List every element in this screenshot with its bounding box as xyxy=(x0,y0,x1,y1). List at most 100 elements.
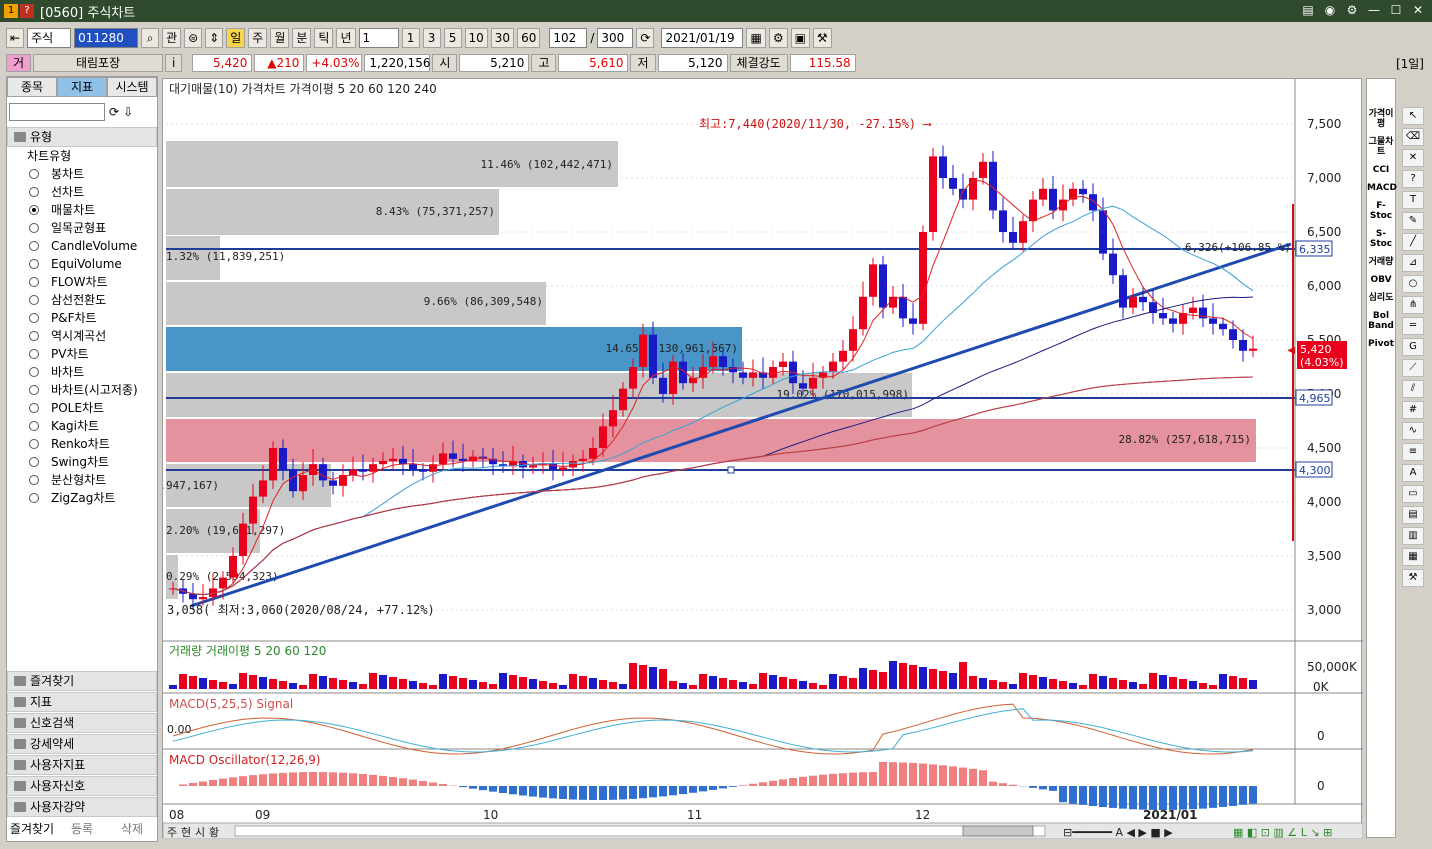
period-week[interactable]: 주 xyxy=(248,28,268,48)
indicator-shortcut[interactable]: 심리도 xyxy=(1367,293,1395,303)
chart-type-item[interactable]: Renko차트 xyxy=(7,435,157,453)
radio-icon[interactable] xyxy=(29,313,39,323)
settings-icon[interactable]: ⚙ xyxy=(1344,2,1360,18)
line-icon[interactable]: ╱ xyxy=(1402,233,1424,251)
tab-favorites[interactable]: 즐겨찾기 xyxy=(7,819,57,841)
radio-icon[interactable] xyxy=(29,493,39,503)
radio-icon[interactable] xyxy=(29,403,39,413)
section-type[interactable]: 유형 xyxy=(7,127,157,147)
indicator-shortcut[interactable]: 그물차트 xyxy=(1367,137,1395,157)
download-icon[interactable]: ⇩ xyxy=(123,105,133,119)
circle-icon[interactable]: ○ xyxy=(1402,275,1424,293)
chart-type-item[interactable]: 분산형차트 xyxy=(7,471,157,489)
group-item[interactable]: 지표 xyxy=(7,692,157,712)
help-badge[interactable]: ? xyxy=(20,4,34,18)
radio-icon[interactable] xyxy=(29,187,39,197)
chart-settings-icon[interactable]: ▦ xyxy=(746,28,766,48)
period-year[interactable]: 년 xyxy=(336,28,356,48)
fibo-icon[interactable]: ≡ xyxy=(1402,443,1424,461)
radio-icon[interactable] xyxy=(29,421,39,431)
chart-type-item[interactable]: CandleVolume xyxy=(7,237,157,255)
maximize-icon[interactable]: ☐ xyxy=(1388,2,1404,18)
quick-10[interactable]: 10 xyxy=(464,28,488,48)
chart-type-item[interactable]: 바차트(시고저종) xyxy=(7,381,157,399)
info-button[interactable]: i xyxy=(165,54,183,72)
radio-icon[interactable] xyxy=(29,259,39,269)
chart-type-item[interactable]: 매물차트 xyxy=(7,201,157,219)
chart-type-item[interactable]: PV차트 xyxy=(7,345,157,363)
screenshot-icon[interactable]: ◉ xyxy=(1322,2,1338,18)
quick-3[interactable]: 3 xyxy=(422,28,441,48)
group-item[interactable]: 사용자강약 xyxy=(7,797,157,817)
prev-icon[interactable]: ⇤ xyxy=(6,28,25,48)
chart-type-item[interactable]: 일목균형표 xyxy=(7,219,157,237)
save-icon[interactable]: ▣ xyxy=(790,28,810,48)
chart-type-item[interactable]: P&F차트 xyxy=(7,309,157,327)
chart-type-item[interactable]: POLE차트 xyxy=(7,399,157,417)
chart-type-item[interactable]: Kagi차트 xyxy=(7,417,157,435)
doc-icon[interactable]: ▤ xyxy=(1402,506,1424,524)
search-icon[interactable]: ⌕ xyxy=(141,28,160,48)
tab-register[interactable]: 등록 xyxy=(57,819,107,841)
indicator-shortcut[interactable]: S-Stoc xyxy=(1367,229,1395,249)
chart-type-item[interactable]: 바차트 xyxy=(7,363,157,381)
fan-icon[interactable]: ⟋ xyxy=(1402,359,1424,377)
bars-icon[interactable]: ▥ xyxy=(1402,527,1424,545)
refresh-icon[interactable]: ⟳ xyxy=(109,105,119,119)
period-number-select[interactable]: 1 xyxy=(358,28,399,48)
chart-type-item[interactable]: 봉차트 xyxy=(7,165,157,183)
tab-stocks[interactable]: 종목 xyxy=(7,77,57,97)
gear-icon[interactable]: ⚙ xyxy=(768,28,788,48)
chart-area[interactable]: 7,5007,0006,5006,0005,5005,0004,5004,000… xyxy=(100,78,1364,840)
link-icon[interactable]: ⊜ xyxy=(184,28,203,48)
hline-icon[interactable]: ═ xyxy=(1402,317,1424,335)
chart-type-item[interactable]: EquiVolume xyxy=(7,255,157,273)
grid-icon[interactable]: # xyxy=(1402,401,1424,419)
radio-icon[interactable] xyxy=(29,385,39,395)
table-icon[interactable]: ▦ xyxy=(1402,548,1424,566)
tab-delete[interactable]: 삭제 xyxy=(107,819,157,841)
radio-icon[interactable] xyxy=(29,241,39,251)
date-input[interactable]: 2021/01/19 xyxy=(661,28,744,48)
refresh-icon[interactable]: ⟳ xyxy=(636,28,655,48)
tab-indicators[interactable]: 지표 xyxy=(57,77,107,97)
market-select[interactable]: 주식 xyxy=(27,28,72,48)
radio-icon[interactable] xyxy=(29,439,39,449)
spinner-icon[interactable]: ⇕ xyxy=(205,28,224,48)
fork-icon[interactable]: ⋔ xyxy=(1402,296,1424,314)
gann-icon[interactable]: G xyxy=(1402,338,1424,356)
chart-type-item[interactable]: 삼선전환도 xyxy=(7,291,157,309)
quick-30[interactable]: 30 xyxy=(490,28,515,48)
help-icon[interactable]: ? xyxy=(1402,170,1424,188)
chart-type-item[interactable]: 선차트 xyxy=(7,183,157,201)
text-icon[interactable]: T xyxy=(1402,191,1424,209)
price-chart[interactable]: 7,5007,0006,5006,0005,5005,0004,5004,000… xyxy=(100,79,1364,840)
indicator-shortcut[interactable]: Bol Band xyxy=(1367,311,1395,331)
indicator-shortcut[interactable]: F-Stoc xyxy=(1367,201,1395,221)
total-input[interactable]: 300 xyxy=(597,28,634,48)
indicator-shortcut[interactable]: 가격이평 xyxy=(1367,109,1395,129)
indicator-shortcut[interactable]: Pivot xyxy=(1367,339,1395,349)
pin-icon[interactable]: ▤ xyxy=(1300,2,1316,18)
indicator-shortcut[interactable]: OBV xyxy=(1367,275,1395,285)
group-item[interactable]: 사용자신호 xyxy=(7,776,157,796)
window-icon[interactable]: ▭ xyxy=(1402,485,1424,503)
period-tick[interactable]: 틱 xyxy=(314,28,334,48)
group-item[interactable]: 신호검색 xyxy=(7,713,157,733)
wrench-icon[interactable]: ⚒ xyxy=(1402,569,1424,587)
indicator-shortcut[interactable]: CCI xyxy=(1367,165,1395,175)
chart-type-item[interactable]: Swing차트 xyxy=(7,453,157,471)
kwan-button[interactable]: 관 xyxy=(162,28,182,48)
pen-icon[interactable]: ✎ xyxy=(1402,212,1424,230)
channel-icon[interactable]: ⫽ xyxy=(1402,380,1424,398)
period-month[interactable]: 월 xyxy=(270,28,290,48)
period-day[interactable]: 일 xyxy=(226,28,246,48)
minimize-icon[interactable]: — xyxy=(1366,2,1382,18)
radio-icon[interactable] xyxy=(29,331,39,341)
tools-icon[interactable]: ⚒ xyxy=(812,28,832,48)
period-minute[interactable]: 분 xyxy=(292,28,312,48)
group-item[interactable]: 사용자지표 xyxy=(7,755,157,775)
cursor-icon[interactable]: ↖ xyxy=(1402,107,1424,125)
radio-icon[interactable] xyxy=(29,223,39,233)
chart-type-item[interactable]: 역시계곡선 xyxy=(7,327,157,345)
